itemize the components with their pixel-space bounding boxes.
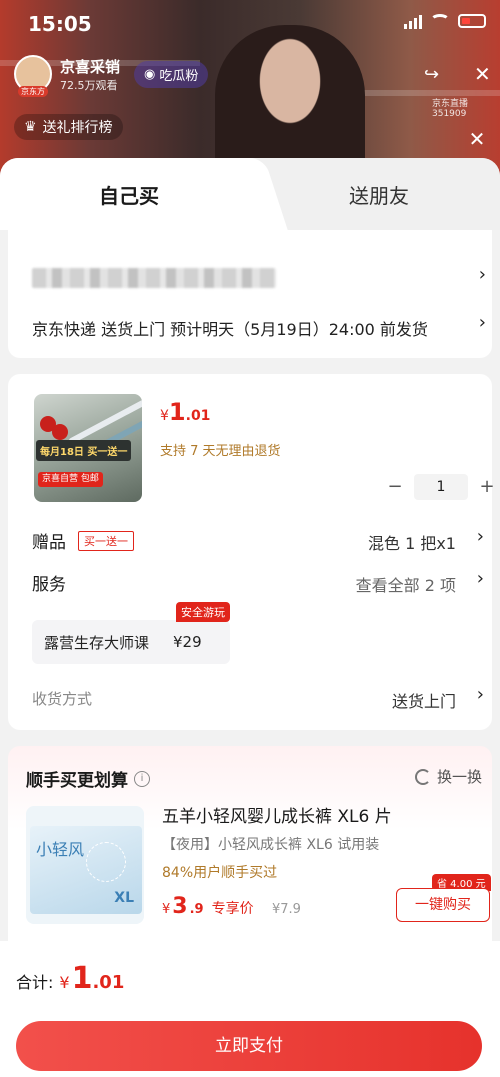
order-total: 合计: ¥1.01 [16, 961, 125, 996]
swap-button[interactable]: 换一换 [414, 766, 482, 787]
service-option-name: 露营生存大师课 [44, 633, 150, 652]
upsell-card: 顺手买更划算 i 换一换 小轻风 XL 五羊小轻风婴儿成长裤 XL6 片 【夜用… [8, 746, 492, 956]
total-label: 合计: [16, 973, 54, 992]
checkout-sheet: 送朋友 自己买 › 京东快递 送货上门 预计明天（5月19日）24:00 前发货… [0, 158, 500, 1077]
host-video [215, 25, 365, 175]
status-time: 15:05 [28, 12, 92, 36]
cellular-signal-icon [404, 13, 422, 29]
share-icon[interactable]: ↪ [424, 64, 439, 85]
product-image[interactable]: 每月18日 买一送一 京喜自营 包邮 [34, 394, 142, 502]
host-info[interactable]: 京喜采销 72.5万观看 ◉ 吃瓜粉 [14, 54, 209, 97]
address-card[interactable]: › 京东快递 送货上门 预计明天（5月19日）24:00 前发货 › [8, 230, 492, 358]
chevron-right-icon: › [476, 568, 484, 589]
shipping-label: 收货方式 [32, 690, 93, 708]
avatar[interactable] [14, 55, 52, 97]
upsell-price-label: 专享价 [211, 901, 254, 917]
close-icon[interactable]: ✕ [474, 62, 491, 86]
sheet-close-icon[interactable]: ✕ [464, 126, 490, 152]
quantity-input[interactable]: 1 [414, 474, 468, 500]
upsell-product-subtitle: 【夜用】小轻风成长裤 XL6 试用装 [162, 837, 380, 853]
gift-badge: 买一送一 [78, 531, 134, 551]
upsell-product-name[interactable]: 五羊小轻风婴儿成长裤 XL6 片 [162, 802, 392, 827]
product-image-banner: 每月18日 买一送一 [36, 440, 132, 461]
wifi-icon [430, 14, 450, 28]
chevron-right-icon: › [476, 684, 484, 705]
address-redacted [32, 268, 276, 288]
refresh-icon [414, 768, 431, 785]
gift-ranking-label: 送礼排行榜 [42, 120, 113, 136]
status-icons [404, 13, 486, 29]
host-views: 72.5万观看 [60, 78, 118, 92]
product-card: 每月18日 买一送一 京喜自营 包邮 ¥1.01 支持 7 天无理由退货 − 1… [8, 374, 495, 730]
increase-button[interactable]: + [476, 474, 498, 500]
battery-icon [458, 14, 486, 28]
product-price: ¥1.01 [160, 398, 211, 426]
live-id: 京东直播 351909 [432, 99, 469, 119]
chevron-right-icon: › [476, 526, 484, 547]
checkout-footer: 合计: ¥1.01 立即支付 [0, 941, 500, 1077]
service-option-price: ¥29 [173, 633, 202, 651]
tab-gift-friend[interactable]: 送朋友 [258, 158, 500, 230]
host-name: 京喜采销 [60, 57, 121, 76]
upsell-image-size: XL [114, 890, 134, 906]
info-icon[interactable]: i [134, 770, 150, 787]
shipping-value[interactable]: 送货上门 [392, 688, 456, 712]
fan-club-button[interactable]: ◉ 吃瓜粉 [134, 60, 209, 88]
service-view-all[interactable]: 查看全部 2 项 [356, 572, 456, 596]
purchase-tabs: 送朋友 自己买 [0, 158, 500, 230]
swap-label: 换一换 [436, 768, 482, 786]
upsell-social-proof: 84%用户顺手买过 [162, 865, 278, 881]
pay-now-button[interactable]: 立即支付 [16, 1021, 482, 1071]
chevron-right-icon: › [478, 264, 486, 285]
decrease-button[interactable]: − [384, 474, 406, 500]
gift-label: 赠品 [32, 533, 66, 553]
service-option-tag: 安全游玩 [176, 602, 230, 622]
crown-icon: ♛ [24, 119, 37, 135]
status-bar: 15:05 [0, 8, 500, 36]
tab-buy-self[interactable]: 自己买 [0, 158, 258, 230]
upsell-title: 顺手买更划算 i [26, 766, 150, 791]
melon-icon: ◉ [144, 66, 156, 82]
product-image-tag: 京喜自营 包邮 [38, 472, 103, 487]
one-click-buy-button[interactable]: 一键购买 [396, 888, 490, 922]
gift-value[interactable]: 混色 1 把x1 [368, 530, 456, 554]
upsell-image-brand: 小轻风 [36, 840, 85, 859]
dandelion-graphic [86, 842, 126, 882]
service-option[interactable]: 露营生存大师课 ¥29 [32, 620, 230, 664]
upsell-original-price: ¥7.9 [272, 902, 301, 917]
service-label: 服务 [32, 575, 66, 595]
gift-ranking-button[interactable]: ♛ 送礼排行榜 [14, 114, 123, 140]
chevron-right-icon: › [478, 312, 486, 333]
return-policy: 支持 7 天无理由退货 [160, 444, 281, 459]
quantity-stepper: − 1 + [384, 474, 498, 500]
delivery-info: 京东快递 送货上门 预计明天（5月19日）24:00 前发货 [32, 320, 428, 339]
upsell-price: ¥3.9 专享价 [162, 894, 254, 919]
upsell-product-image[interactable]: 小轻风 XL [26, 806, 144, 924]
fan-club-label: 吃瓜粉 [159, 68, 199, 84]
